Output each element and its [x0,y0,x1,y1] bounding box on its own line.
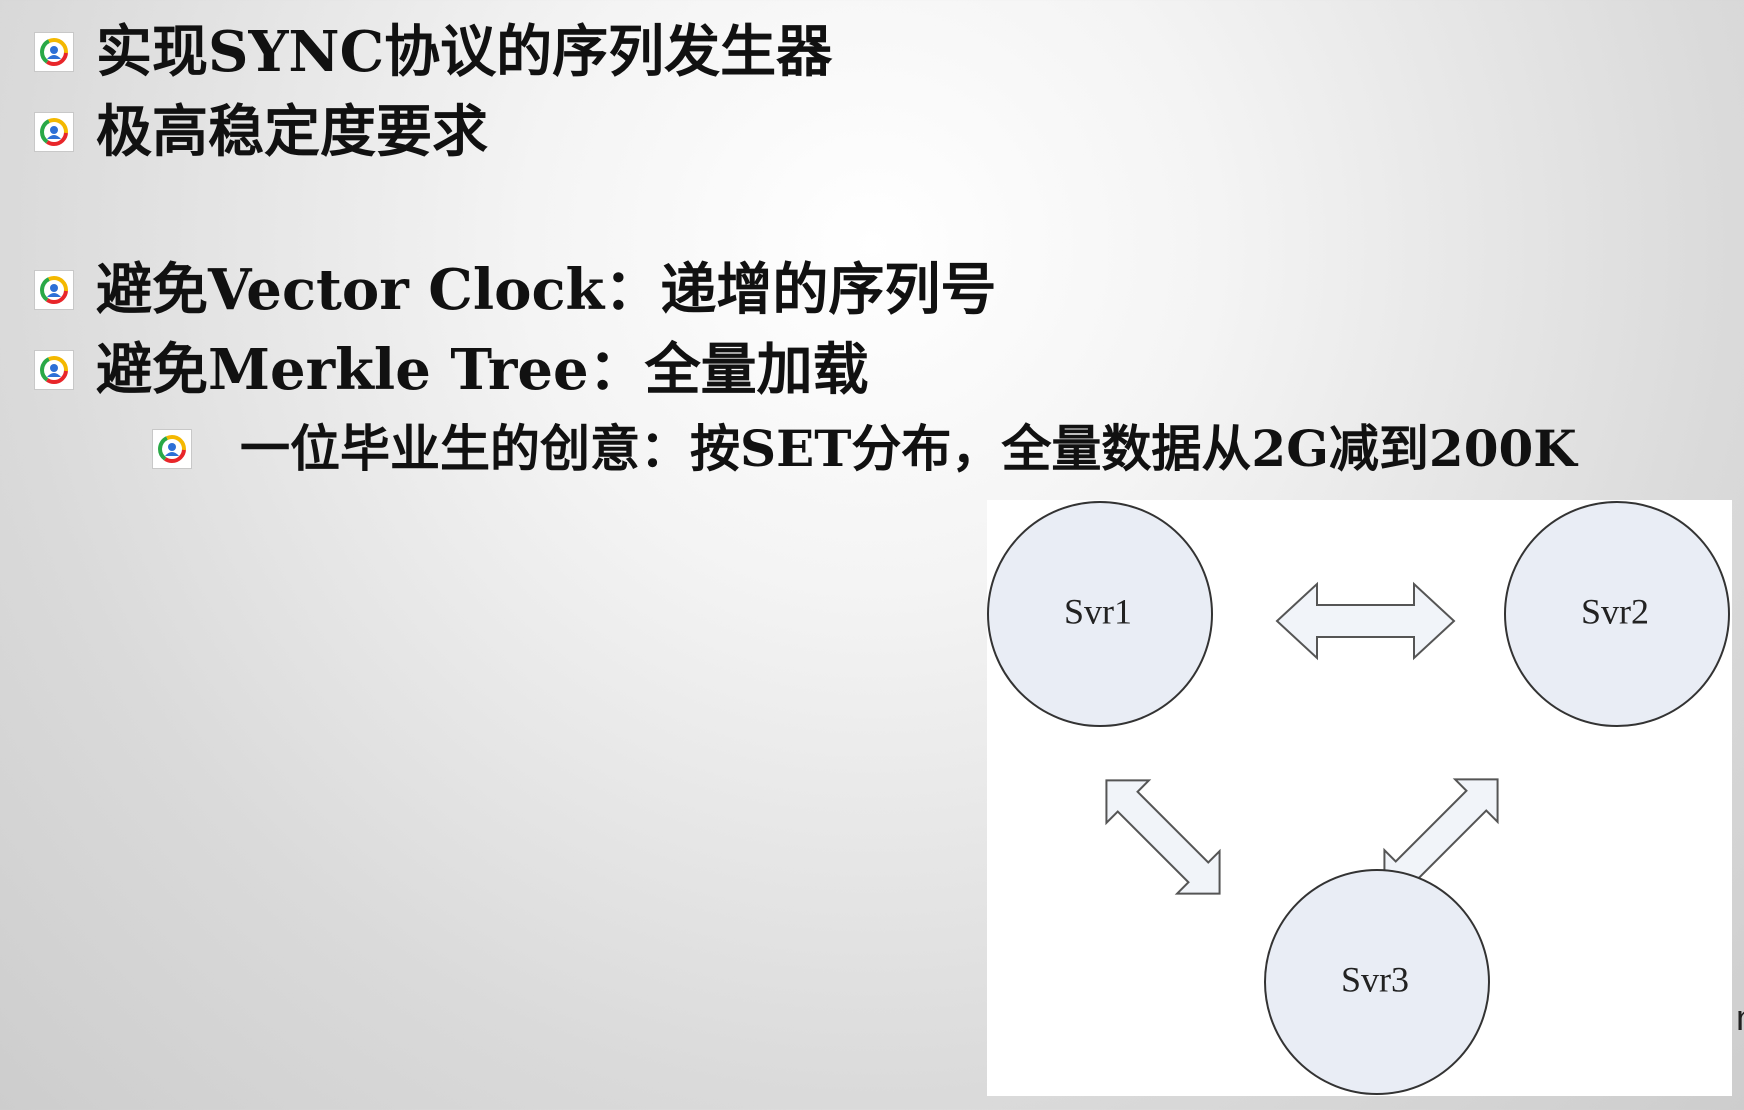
bullet-item-avoid-vector-clock: 避免Vector Clock：递增的序列号 [34,262,996,318]
node-svr1: Svr1 [987,501,1213,727]
bullet-item-avoid-merkle-tree: 避免Merkle Tree：全量加载 [34,342,869,398]
bullet-text: 避免Vector Clock：递增的序列号 [96,257,997,323]
bullet-text: 实现SYNC协议的序列发生器 [96,19,833,85]
node-svr3: Svr3 [1264,869,1490,1095]
bullet-icon [34,350,74,390]
bullet-icon [34,32,74,72]
bullet-icon [34,270,74,310]
double-arrow-svr1-svr2 [1275,581,1456,661]
cropped-edge-text: n [1736,1000,1744,1036]
bullet-item-high-stability: 极高稳定度要求 [34,104,488,160]
server-sync-diagram: Svr1 Svr2 Svr3 [987,500,1732,1096]
node-label: Svr2 [1581,591,1649,631]
bullet-text: 一位毕业生的创意：按SET分布，全量数据从2G减到200K [240,419,1577,478]
node-label: Svr3 [1341,959,1409,999]
bullet-icon [152,429,192,469]
node-label: Svr1 [1064,591,1132,631]
bullet-icon [34,112,74,152]
bullet-text: 极高稳定度要求 [96,99,488,165]
double-arrow-svr1-svr3 [1105,779,1221,895]
bullet-item-sync-sequence-generator: 实现SYNC协议的序列发生器 [34,24,832,80]
sub-bullet-item-graduate-idea: 一位毕业生的创意：按SET分布，全量数据从2G减到200K [152,424,1577,474]
node-svr2: Svr2 [1504,501,1730,727]
bullet-text: 避免Merkle Tree：全量加载 [96,337,869,403]
